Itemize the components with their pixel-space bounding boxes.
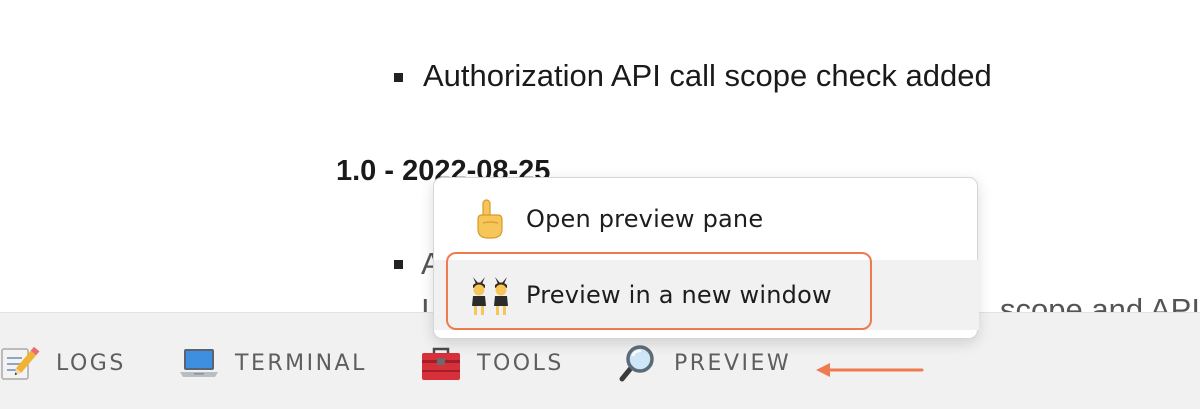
menu-item-open-preview-pane[interactable]: Open preview pane <box>434 184 979 254</box>
partial-line-end: scope and API r <box>1000 292 1200 312</box>
list-item-text: Authorization API call scope check added <box>423 58 992 93</box>
pointing-up-hand-icon <box>477 199 503 239</box>
menu-item-label: Preview in a new window <box>526 281 832 309</box>
laptop-icon <box>180 349 218 377</box>
menu-item-preview-new-window[interactable]: Preview in a new window <box>434 260 979 330</box>
magnifier-icon <box>619 345 654 382</box>
preview-context-menu: Open preview pane Preview in a new windo… <box>433 177 979 339</box>
memo-pencil-icon <box>1 346 40 380</box>
toolbar-item-preview[interactable]: PREVIEW <box>618 343 791 383</box>
list-bullet <box>394 260 403 269</box>
toolbar-item-label: TERMINAL <box>235 350 367 376</box>
toolbox-icon <box>422 347 460 380</box>
toolbar-item-logs[interactable]: LOGS <box>0 343 126 383</box>
toolbar-item-label: PREVIEW <box>674 350 792 376</box>
menu-item-label: Open preview pane <box>526 205 764 233</box>
list-bullet <box>394 73 403 82</box>
partial-line-start: I <box>421 292 430 312</box>
toolbar-item-tools[interactable]: TOOLS <box>421 343 564 383</box>
toolbar-item-label: TOOLS <box>477 350 564 376</box>
toolbar-item-label: LOGS <box>56 350 126 376</box>
arrow-left-icon <box>816 363 924 377</box>
people-with-bunny-ears-icon <box>472 277 508 315</box>
toolbar-item-terminal[interactable]: TERMINAL <box>179 343 367 383</box>
